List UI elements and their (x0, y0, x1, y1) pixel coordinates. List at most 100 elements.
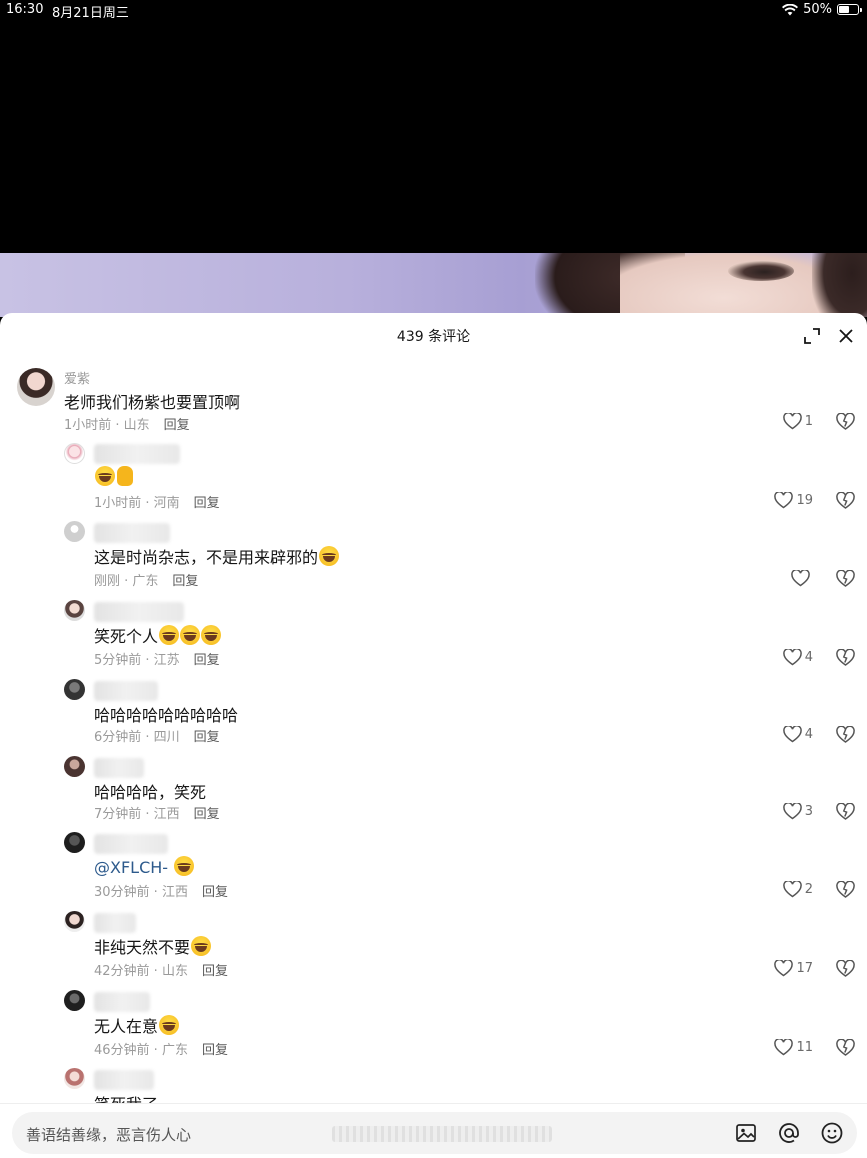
battery-percent: 50% (803, 2, 832, 17)
comment-text: 笑死个人 (94, 623, 222, 647)
crying-laughing-emoji-icon (159, 625, 180, 645)
like-count: 4 (804, 650, 813, 665)
input-placeholder: 善语结善缘，恶言伤人心 (26, 1126, 192, 1144)
username-blurred[interactable] (94, 1070, 154, 1090)
reply-button[interactable]: 回复 (202, 964, 228, 979)
image-icon[interactable] (734, 1121, 758, 1145)
avatar[interactable] (64, 756, 85, 777)
laugh-cry-emoji-icon (95, 466, 115, 486)
avatar[interactable] (64, 679, 85, 700)
heart-icon (782, 726, 802, 743)
username-blurred[interactable] (94, 602, 184, 622)
like-button[interactable]: 3 (782, 803, 813, 820)
like-button[interactable]: 4 (782, 649, 813, 666)
reply-button[interactable]: 回复 (202, 1043, 228, 1058)
emoji-icon[interactable] (820, 1121, 844, 1145)
comment-meta: 1小时前 · 河南 回复 (94, 496, 220, 511)
like-count: 19 (796, 493, 813, 508)
dislike-icon[interactable] (836, 649, 855, 667)
comment-text: 老师我们杨紫也要置顶啊 (64, 393, 241, 412)
like-button[interactable]: 4 (782, 726, 813, 743)
comment-item: 笑死我了 (0, 1067, 867, 1114)
avatar[interactable] (64, 521, 85, 542)
heart-icon (774, 960, 794, 977)
like-button[interactable]: 2 (782, 881, 813, 898)
comment-username[interactable]: 爱紫 (64, 368, 90, 387)
username-blurred[interactable] (94, 758, 144, 778)
like-button[interactable] (791, 570, 813, 587)
username-blurred[interactable] (94, 444, 180, 464)
reply-button[interactable]: 回复 (194, 730, 220, 745)
like-button[interactable]: 17 (774, 960, 813, 977)
avatar[interactable] (17, 368, 55, 406)
mention-link[interactable]: @XFLCH- (94, 858, 173, 877)
like-button[interactable]: 1 (782, 413, 813, 430)
heart-icon (782, 413, 802, 430)
username-blurred[interactable] (94, 681, 158, 701)
dislike-icon[interactable] (836, 803, 855, 821)
dislike-icon[interactable] (836, 726, 855, 744)
expand-icon[interactable] (803, 327, 821, 345)
dislike-icon[interactable] (836, 881, 855, 899)
like-count: 11 (796, 1040, 813, 1055)
hand-emoji-icon (117, 466, 133, 486)
laugh-cry-emoji-icon (159, 1015, 180, 1035)
username-blurred[interactable] (94, 992, 150, 1012)
at-icon[interactable] (777, 1121, 801, 1145)
like-button[interactable]: 11 (774, 1039, 813, 1056)
comment-meta: 6分钟前 · 四川 回复 (94, 730, 220, 745)
comment-sheet: 439 条评论 爱紫 老师我们杨紫也要置顶啊 1小时前 · 山东 回复 1 1小时… (0, 313, 867, 1158)
username-blurred[interactable] (94, 523, 170, 543)
crying-laughing-emoji-icon (201, 625, 222, 645)
laugh-cry-emoji-icon (174, 856, 195, 876)
dislike-icon[interactable] (836, 570, 855, 588)
comment-meta: 30分钟前 · 江西 回复 (94, 885, 228, 900)
comment-text: @XFLCH- (94, 856, 195, 877)
reply-button[interactable]: 回复 (164, 418, 190, 433)
laugh-cry-emoji-icon (319, 546, 340, 566)
like-count: 4 (804, 727, 813, 742)
heart-icon (782, 803, 802, 820)
avatar[interactable] (64, 832, 85, 853)
close-icon[interactable] (836, 326, 856, 346)
heart-icon (782, 649, 802, 666)
username-blurred[interactable] (94, 913, 136, 933)
avatar[interactable] (64, 1068, 85, 1089)
comment-item: 非纯天然不要 42分钟前 · 山东 回复 17 (0, 910, 867, 982)
comment-item: 哈哈哈哈，笑死 7分钟前 · 江西 回复 3 (0, 754, 867, 826)
heart-icon (782, 881, 802, 898)
comment-text (94, 466, 133, 487)
wifi-icon (782, 3, 799, 15)
comment-item: 这是时尚杂志，不是用来辟邪的 刚刚 · 广东 回复 (0, 520, 867, 592)
comment-item: 哈哈哈哈哈哈哈哈哈 6分钟前 · 四川 回复 4 (0, 678, 867, 748)
username-blurred[interactable] (94, 834, 168, 854)
comment-input-bar: 善语结善缘，恶言伤人心 (0, 1103, 867, 1158)
reply-button[interactable]: 回复 (194, 807, 220, 822)
dislike-icon[interactable] (836, 413, 855, 431)
comment-item: 爱紫 老师我们杨紫也要置顶啊 1小时前 · 山东 回复 1 (0, 367, 867, 437)
comment-meta: 5分钟前 · 江苏 回复 (94, 653, 220, 668)
comment-item: @XFLCH- 30分钟前 · 江西 回复 2 (0, 831, 867, 903)
video-preview-image[interactable] (0, 253, 867, 317)
like-button[interactable]: 19 (774, 492, 813, 509)
avatar[interactable] (64, 600, 85, 621)
like-count: 2 (804, 882, 813, 897)
status-right: 50% (782, 2, 862, 17)
reply-button[interactable]: 回复 (194, 653, 220, 668)
comment-text: 这是时尚杂志，不是用来辟邪的 (94, 544, 340, 568)
reply-button[interactable]: 回复 (172, 574, 198, 589)
avatar[interactable] (64, 990, 85, 1011)
battery-icon (837, 4, 862, 15)
comment-meta: 1小时前 · 山东 回复 (64, 418, 190, 433)
reply-button[interactable]: 回复 (202, 885, 228, 900)
comment-meta: 42分钟前 · 山东 回复 (94, 964, 228, 979)
dislike-icon[interactable] (836, 492, 855, 510)
comment-count-title: 439 条评论 (396, 329, 471, 345)
dislike-icon[interactable] (836, 1039, 855, 1057)
comment-input[interactable]: 善语结善缘，恶言伤人心 (12, 1112, 857, 1154)
avatar[interactable] (64, 443, 85, 464)
avatar[interactable] (64, 911, 85, 932)
dislike-icon[interactable] (836, 960, 855, 978)
status-time: 16:30 (6, 2, 44, 17)
reply-button[interactable]: 回复 (194, 496, 220, 511)
